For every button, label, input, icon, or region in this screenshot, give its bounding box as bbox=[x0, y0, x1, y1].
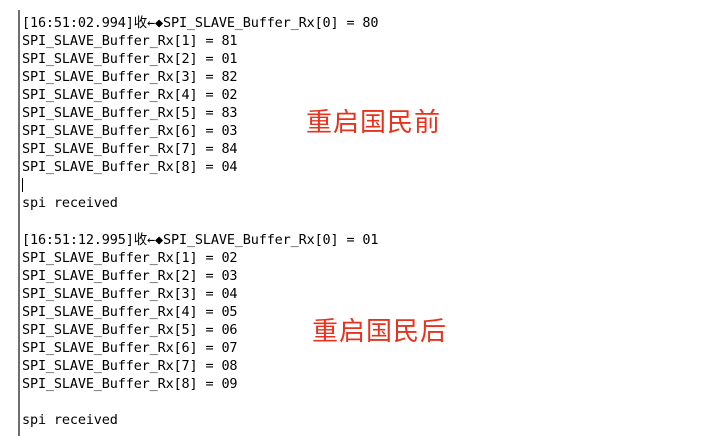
log-line: [16:51:12.995]收←◆SPI_SLAVE_Buffer_Rx[0] … bbox=[22, 232, 379, 248]
log-line: SPI_SLAVE_Buffer_Rx[7] = 08 bbox=[22, 358, 238, 374]
log-line: SPI_SLAVE_Buffer_Rx[8] = 04 bbox=[22, 159, 238, 175]
log-footer: spi received bbox=[22, 195, 118, 211]
annotation-before-restart: 重启国民前 bbox=[306, 108, 442, 138]
annotation-after-restart: 重启国民后 bbox=[312, 317, 448, 347]
log-line: SPI_SLAVE_Buffer_Rx[8] = 09 bbox=[22, 376, 238, 392]
text-area-left-border bbox=[18, 10, 20, 436]
log-line: [16:51:02.994]收←◆SPI_SLAVE_Buffer_Rx[0] … bbox=[22, 15, 379, 31]
text-caret bbox=[22, 178, 23, 192]
text-cursor-line bbox=[22, 176, 378, 194]
log-line: SPI_SLAVE_Buffer_Rx[2] = 03 bbox=[22, 268, 238, 284]
log-line: SPI_SLAVE_Buffer_Rx[1] = 81 bbox=[22, 33, 238, 49]
log-line: SPI_SLAVE_Buffer_Rx[3] = 04 bbox=[22, 286, 238, 302]
log-footer: spi received bbox=[22, 412, 118, 428]
log-line: SPI_SLAVE_Buffer_Rx[7] = 84 bbox=[22, 141, 238, 157]
log-line: SPI_SLAVE_Buffer_Rx[2] = 01 bbox=[22, 51, 238, 67]
log-line: SPI_SLAVE_Buffer_Rx[1] = 02 bbox=[22, 250, 238, 266]
log-line: SPI_SLAVE_Buffer_Rx[3] = 82 bbox=[22, 69, 238, 85]
serial-receive-area[interactable]: [16:51:02.994]收←◆SPI_SLAVE_Buffer_Rx[0] … bbox=[0, 0, 721, 436]
